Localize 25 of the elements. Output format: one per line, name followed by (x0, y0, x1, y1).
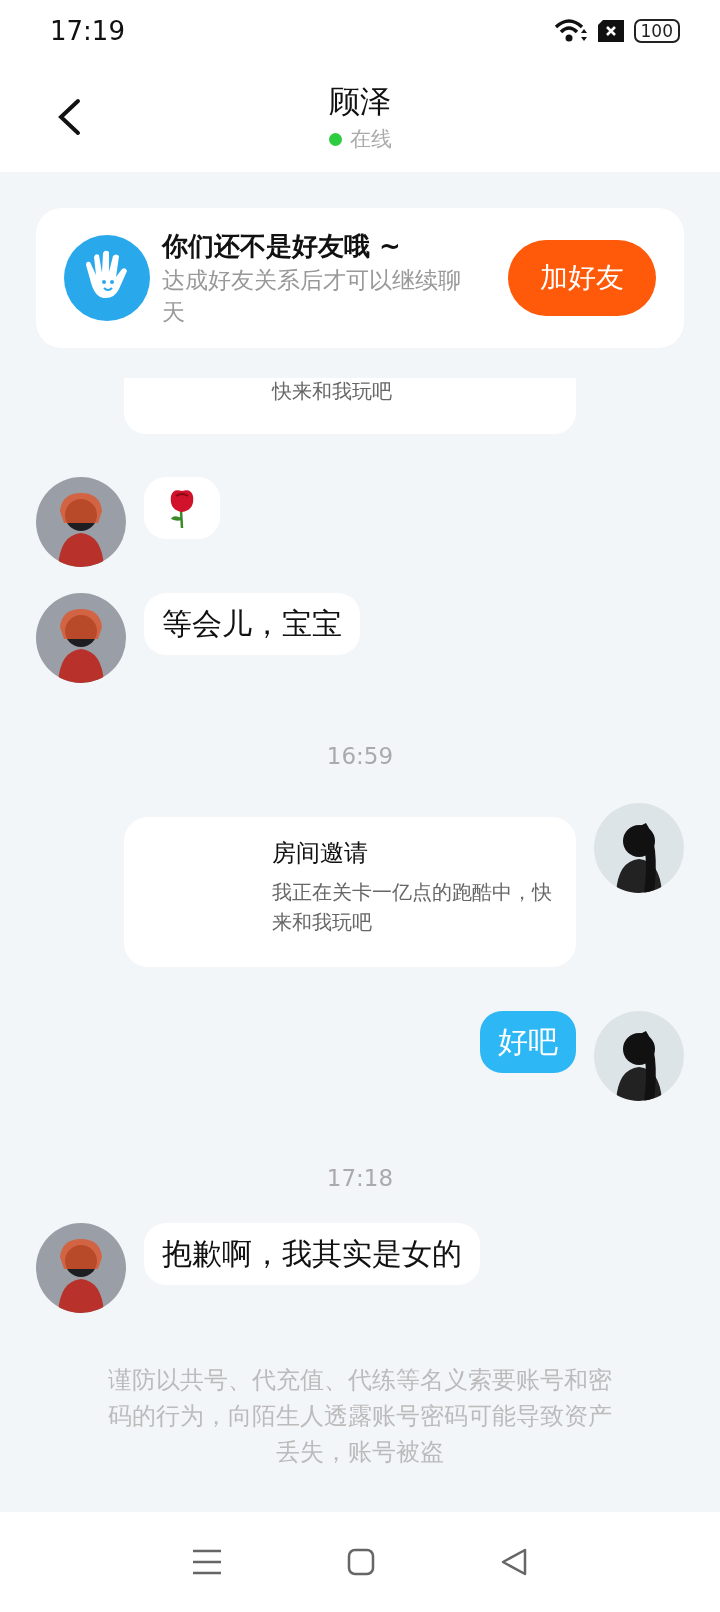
banner-title: 你们还不是好友哦 ~ (162, 229, 402, 263)
invite-text: 我正在关卡一亿点的跑酷中，快来和我玩吧 (272, 879, 553, 936)
invite-title: 房间邀请 (272, 838, 369, 869)
back-icon[interactable] (499, 1548, 528, 1576)
invite-card[interactable]: 房间邀请 我正在关卡一亿点的跑酷中，快来和我玩吧 (124, 817, 576, 967)
timestamp: 16:59 (326, 743, 394, 769)
home-icon[interactable] (347, 1548, 375, 1576)
sim-icon (597, 20, 624, 42)
add-friend-button[interactable]: 加好友 (508, 240, 656, 316)
online-status: 在线 (349, 126, 392, 153)
wifi-icon (553, 18, 588, 44)
message-bubble: 等会儿，宝宝 (144, 593, 360, 655)
banner-subtitle: 达成好友关系后才可以继续聊天 (162, 265, 462, 327)
card-text: 快来和我玩吧 (272, 379, 392, 403)
timestamp: 17:18 (326, 1165, 394, 1191)
status-time: 17:19 (50, 16, 126, 46)
back-button[interactable] (56, 98, 82, 136)
message-bubble: 抱歉啊，我其实是女的 (144, 1223, 480, 1285)
menu-icon[interactable] (192, 1549, 223, 1575)
security-notice: 谨防以共号、代充值、代练等名义索要账号和密码的行为，向陌生人透露账号密码可能导致资产丢失，账号被盗 (108, 1365, 612, 1468)
battery-indicator: 100 (633, 19, 680, 43)
invite-card[interactable]: 快来和我玩吧 (124, 378, 576, 434)
hand-icon (64, 235, 150, 321)
message-bubble: 好吧 (480, 1011, 576, 1073)
contact-name: 顾泽 (329, 82, 391, 121)
